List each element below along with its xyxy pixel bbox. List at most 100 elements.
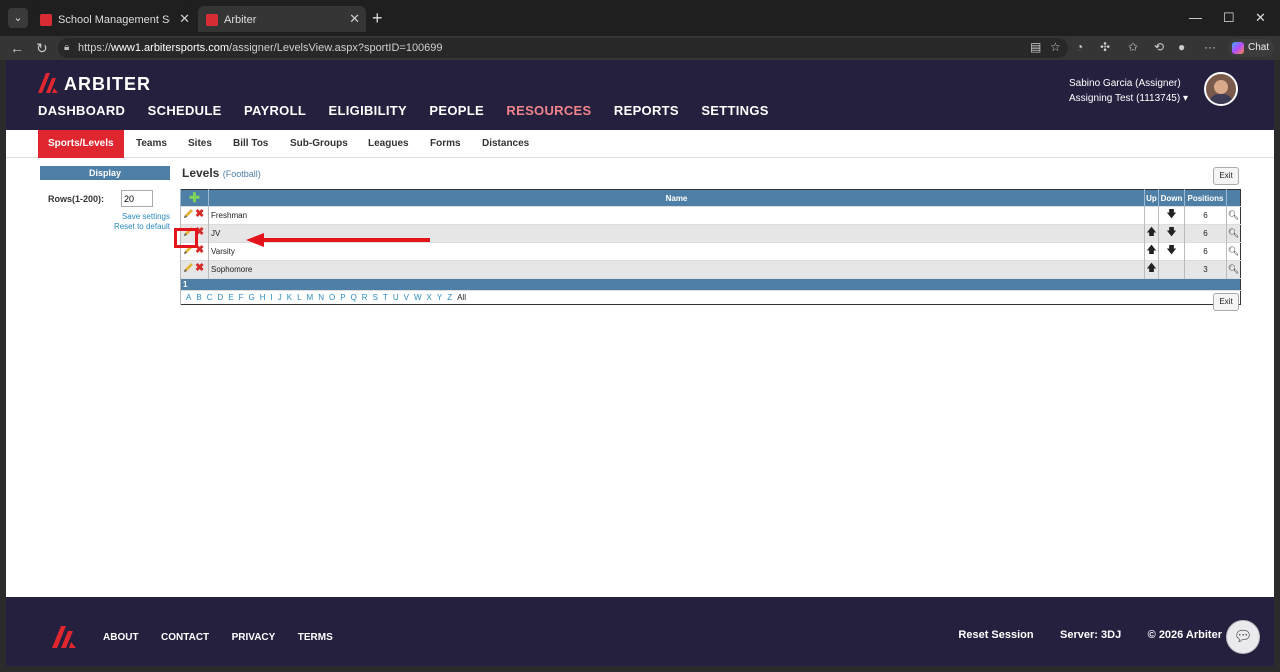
- letter-link[interactable]: O: [329, 293, 335, 302]
- profile-icon[interactable]: ●: [1178, 40, 1185, 54]
- footer-about[interactable]: ABOUT: [103, 632, 139, 643]
- nav-resources[interactable]: RESOURCES: [506, 103, 591, 118]
- edit-pencil-icon[interactable]: [183, 263, 194, 273]
- tab-arbiter[interactable]: Arbiter ✕: [198, 6, 366, 32]
- subnav-teams[interactable]: Teams: [136, 130, 167, 158]
- move-up-icon[interactable]: 🡅: [1144, 224, 1159, 243]
- subnav-forms[interactable]: Forms: [430, 130, 461, 158]
- nav-eligibility[interactable]: ELIGIBILITY: [329, 103, 407, 118]
- extensions-icon[interactable]: ✣: [1100, 40, 1110, 54]
- letter-link[interactable]: M: [307, 293, 314, 302]
- nav-reports[interactable]: REPORTS: [614, 103, 679, 118]
- letter-link[interactable]: P: [340, 293, 345, 302]
- close-window-icon[interactable]: ✕: [1255, 10, 1266, 26]
- subnav-sub-groups[interactable]: Sub-Groups: [290, 130, 348, 158]
- move-up-icon[interactable]: 🡅: [1144, 260, 1159, 279]
- history-icon[interactable]: ⟲: [1154, 40, 1164, 54]
- subnav-sports-levels[interactable]: Sports/Levels: [38, 130, 124, 158]
- letter-link[interactable]: K: [287, 293, 292, 302]
- letter-link[interactable]: D: [217, 293, 223, 302]
- letter-link[interactable]: W: [414, 293, 422, 302]
- avatar[interactable]: [1204, 72, 1238, 106]
- refresh-icon[interactable]: ↻: [36, 40, 48, 57]
- move-down-icon[interactable]: 🡇: [1158, 206, 1185, 225]
- minimize-icon[interactable]: —: [1189, 10, 1202, 25]
- letter-link[interactable]: G: [248, 293, 254, 302]
- rows-input[interactable]: [121, 190, 153, 207]
- user-menu[interactable]: Sabino Garcia (Assigner) Assigning Test …: [1069, 76, 1188, 106]
- more-options-icon[interactable]: ···: [1204, 40, 1216, 54]
- exit-button-bottom[interactable]: Exit: [1213, 293, 1239, 311]
- chat-bubble-icon[interactable]: 💬︎: [1226, 620, 1260, 654]
- search-icon[interactable]: 🔍︎: [1226, 206, 1241, 225]
- letter-link[interactable]: U: [393, 293, 399, 302]
- letter-link[interactable]: C: [207, 293, 213, 302]
- new-tab-icon[interactable]: +: [372, 8, 383, 28]
- reset-session-link[interactable]: Reset Session: [958, 629, 1033, 641]
- letter-link[interactable]: N: [318, 293, 324, 302]
- arbiter-footer-logo-icon[interactable]: [52, 626, 78, 648]
- subnav-bill-tos[interactable]: Bill Tos: [233, 130, 268, 158]
- edit-pencil-icon[interactable]: [183, 209, 194, 219]
- nav-schedule[interactable]: SCHEDULE: [148, 103, 222, 118]
- letter-link[interactable]: A: [186, 293, 191, 302]
- letter-link[interactable]: E: [228, 293, 233, 302]
- tab-actions-menu-icon[interactable]: ⌄: [8, 8, 28, 28]
- exit-button-top[interactable]: Exit: [1213, 167, 1239, 185]
- letter-link[interactable]: V: [404, 293, 409, 302]
- favorites-icon[interactable]: ✩: [1128, 40, 1138, 54]
- letter-link[interactable]: I: [271, 293, 273, 302]
- positions-link[interactable]: 3: [1184, 260, 1227, 279]
- letter-link[interactable]: S: [373, 293, 378, 302]
- letter-link-all[interactable]: All: [457, 293, 466, 302]
- close-tab-icon[interactable]: ✕: [349, 6, 360, 32]
- footer-contact[interactable]: CONTACT: [161, 632, 209, 643]
- letter-link[interactable]: Y: [437, 293, 442, 302]
- add-level-icon[interactable]: ✚: [180, 189, 209, 207]
- search-icon[interactable]: 🔍︎: [1226, 260, 1241, 279]
- favorite-star-icon[interactable]: ☆: [1050, 40, 1061, 54]
- letter-link[interactable]: R: [362, 293, 368, 302]
- footer-terms[interactable]: TERMS: [298, 632, 333, 643]
- subnav-distances[interactable]: Distances: [482, 130, 529, 158]
- letter-link[interactable]: L: [297, 293, 301, 302]
- read-aloud-icon[interactable]: ◔: [1076, 40, 1083, 54]
- move-down-icon[interactable]: 🡇: [1158, 224, 1185, 243]
- nav-settings[interactable]: SETTINGS: [701, 103, 768, 118]
- search-icon[interactable]: 🔍︎: [1226, 242, 1241, 261]
- move-up-icon[interactable]: 🡅: [1144, 242, 1159, 261]
- letter-link[interactable]: Q: [351, 293, 357, 302]
- url-field[interactable]: 🔒︎ https://www1.arbitersports.com/assigne…: [58, 38, 1068, 58]
- search-icon[interactable]: 🔍︎: [1226, 224, 1241, 243]
- back-icon[interactable]: ←: [10, 40, 24, 56]
- letter-link[interactable]: B: [196, 293, 201, 302]
- nav-people[interactable]: PEOPLE: [429, 103, 484, 118]
- reset-default-link[interactable]: Reset to default: [40, 222, 170, 232]
- reader-view-icon[interactable]: ▤: [1030, 40, 1041, 54]
- tab-school-management[interactable]: School Management Software for ✕: [32, 6, 196, 32]
- arbiter-logo[interactable]: ARBITER: [38, 73, 151, 95]
- nav-dashboard[interactable]: DASHBOARD: [38, 103, 125, 118]
- subnav-sites[interactable]: Sites: [188, 130, 212, 158]
- maximize-icon[interactable]: ☐: [1223, 10, 1235, 26]
- letter-link[interactable]: H: [260, 293, 266, 302]
- move-down-icon[interactable]: 🡇: [1158, 242, 1185, 261]
- sport-link[interactable]: (Football): [223, 169, 261, 179]
- positions-link[interactable]: 6: [1184, 224, 1227, 243]
- letter-link[interactable]: F: [239, 293, 244, 302]
- delete-icon[interactable]: ✖: [195, 208, 204, 220]
- letter-link[interactable]: J: [278, 293, 282, 302]
- save-settings-link[interactable]: Save settings: [40, 212, 170, 222]
- positions-link[interactable]: 6: [1184, 206, 1227, 225]
- delete-icon[interactable]: ✖: [195, 262, 204, 274]
- letter-link[interactable]: X: [427, 293, 432, 302]
- close-tab-icon[interactable]: ✕: [179, 6, 190, 32]
- nav-payroll[interactable]: PAYROLL: [244, 103, 306, 118]
- footer-privacy[interactable]: PRIVACY: [232, 632, 276, 643]
- page-number[interactable]: 1: [180, 278, 1241, 291]
- copilot-chat-button[interactable]: Chat: [1228, 39, 1274, 57]
- letter-link[interactable]: T: [383, 293, 388, 302]
- positions-link[interactable]: 6: [1184, 242, 1227, 261]
- subnav-leagues[interactable]: Leagues: [368, 130, 409, 158]
- letter-link[interactable]: Z: [447, 293, 452, 302]
